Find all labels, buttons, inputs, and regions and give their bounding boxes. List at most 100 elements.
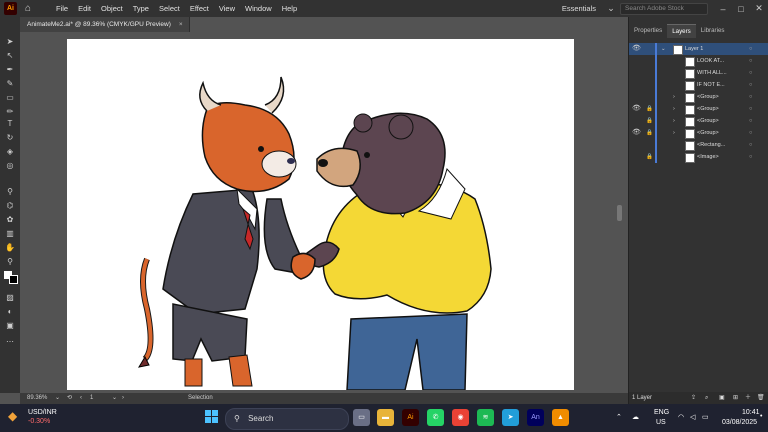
tab-properties[interactable]: Properties [629, 24, 667, 38]
menu-select[interactable]: Select [154, 4, 185, 13]
workspace-switcher[interactable]: Essentials [562, 4, 596, 13]
artboard[interactable] [67, 39, 574, 390]
rotate-tool-icon[interactable]: ↻ [4, 133, 16, 143]
eye-icon[interactable]: 👁 [632, 43, 641, 55]
zoom-chevron-icon[interactable]: ⌄ [55, 393, 60, 404]
layer-name[interactable]: <Rectang... [697, 139, 725, 151]
target-icon[interactable]: ○ [749, 55, 752, 67]
close-window-icon[interactable]: ✕ [750, 3, 768, 14]
stock-search-input[interactable]: Search Adobe Stock [620, 2, 708, 15]
eye-icon[interactable]: 👁 [632, 127, 641, 139]
animate-icon[interactable]: An [527, 409, 544, 426]
target-icon[interactable]: ○ [749, 43, 752, 55]
artboard-number[interactable]: 1 [90, 393, 93, 404]
language-indicator[interactable]: ENG [654, 409, 669, 416]
color-mode-icon[interactable]: ▨ [4, 293, 16, 303]
layer-row[interactable]: 👁 🔒 › <Group> ○ [629, 103, 768, 115]
layer-row[interactable]: 🔒 › <Group> ○ [629, 115, 768, 127]
layer-row[interactable]: 👁 🔒 › <Group> ○ [629, 127, 768, 139]
layer-name[interactable]: WITH ALL... [697, 67, 727, 79]
clock-date[interactable]: 03/08/2025 [722, 419, 757, 426]
task-view-icon[interactable]: ▭ [353, 409, 370, 426]
telegram-icon[interactable]: ➤ [502, 409, 519, 426]
tab-layers[interactable]: Layers [667, 24, 696, 38]
spotify-icon[interactable]: ≋ [477, 409, 494, 426]
target-icon[interactable]: ○ [749, 91, 752, 103]
draw-mode-icon[interactable]: ◐ [4, 307, 16, 317]
layer-row[interactable]: IF NOT E... ○ [629, 79, 768, 91]
eyedropper-tool-icon[interactable]: ⚲ [4, 187, 16, 197]
cloud-icon[interactable]: ☁ [632, 413, 639, 421]
tray-expand-icon[interactable]: ⌃ [616, 413, 622, 421]
hand-tool-icon[interactable]: ✋ [4, 243, 16, 253]
chevron-right-icon[interactable]: › [673, 103, 675, 115]
pencil-tool-icon[interactable]: ✏ [4, 107, 16, 117]
clipping-mask-icon[interactable]: ▣ [719, 392, 725, 404]
layer-name[interactable]: Layer 1 [685, 43, 703, 55]
layer-name[interactable]: LOOK AT... [697, 55, 724, 67]
pen-tool-icon[interactable]: ✒ [4, 65, 16, 75]
screen-mode-icon[interactable]: ▣ [4, 321, 16, 331]
target-icon[interactable]: ○ [749, 139, 752, 151]
artboard-chevron-icon[interactable]: ⌄ [112, 393, 117, 404]
menu-edit[interactable]: Edit [73, 4, 96, 13]
layer-row[interactable]: LOOK AT... ○ [629, 55, 768, 67]
new-layer-icon[interactable]: ＋ [745, 392, 751, 404]
layer-name[interactable]: <Group> [697, 127, 719, 139]
lock-icon[interactable]: 🔒 [646, 115, 654, 127]
battery-icon[interactable]: ▭ [702, 413, 709, 421]
more-tools-icon[interactable]: ⋯ [4, 337, 16, 347]
windows-start-icon[interactable] [205, 410, 219, 424]
zoom-tool-icon[interactable]: ⚲ [4, 257, 16, 267]
target-icon[interactable]: ○ [749, 151, 752, 163]
export-icon[interactable]: ⇪ [691, 392, 696, 404]
layer-name[interactable]: <Group> [697, 115, 719, 127]
ticker-label[interactable]: USD/INR [28, 409, 57, 416]
home-icon[interactable]: ⌂ [25, 3, 37, 15]
type-tool-icon[interactable]: T [4, 119, 16, 129]
artboard-next-icon[interactable]: › [122, 393, 124, 404]
layer-row[interactable]: 👁 ⌄ Layer 1 ○ [629, 43, 768, 55]
menu-effect[interactable]: Effect [185, 4, 214, 13]
rotate-view-icon[interactable]: ⟲ [67, 393, 72, 404]
vlc-icon[interactable]: ▲ [552, 409, 569, 426]
artboard-prev-icon[interactable]: ‹ [80, 393, 82, 404]
layer-row[interactable]: <Rectang... ○ [629, 139, 768, 151]
locate-icon[interactable]: ⌕ [705, 392, 708, 404]
menu-object[interactable]: Object [96, 4, 128, 13]
layer-name[interactable]: <Group> [697, 91, 719, 103]
vertical-scrollbar[interactable] [617, 205, 622, 221]
clock-time[interactable]: 10:41 [742, 409, 760, 416]
chrome-icon[interactable]: ◉ [452, 409, 469, 426]
maximize-icon[interactable]: □ [732, 4, 750, 14]
chevron-right-icon[interactable]: › [673, 127, 675, 139]
layer-name[interactable]: IF NOT E... [697, 79, 725, 91]
minimize-icon[interactable]: – [714, 4, 732, 14]
target-icon[interactable]: ○ [749, 115, 752, 127]
menu-type[interactable]: Type [128, 4, 154, 13]
menu-view[interactable]: View [214, 4, 240, 13]
zoom-level[interactable]: 89.36% [27, 393, 47, 404]
target-icon[interactable]: ○ [749, 79, 752, 91]
illustrator-taskbar-icon[interactable]: Ai [402, 409, 419, 426]
workspace-chevron-icon[interactable]: ⌄ [602, 3, 620, 14]
market-widget-icon[interactable]: ◆ [8, 409, 28, 427]
graph-tool-icon[interactable]: ▥ [4, 229, 16, 239]
whatsapp-icon[interactable]: ✆ [427, 409, 444, 426]
direct-selection-tool-icon[interactable]: ↖ [4, 51, 16, 61]
rectangle-tool-icon[interactable]: ▭ [4, 93, 16, 103]
layer-name[interactable]: <Group> [697, 103, 719, 115]
target-icon[interactable]: ○ [749, 67, 752, 79]
eraser-tool-icon[interactable]: ◈ [4, 147, 16, 157]
stroke-swatch-icon[interactable] [9, 275, 18, 284]
lock-icon[interactable]: 🔒 [646, 103, 654, 115]
layer-row[interactable]: WITH ALL... ○ [629, 67, 768, 79]
new-sublayer-icon[interactable]: ⊞ [733, 392, 738, 404]
volume-icon[interactable]: ◁ [690, 413, 695, 421]
target-icon[interactable]: ○ [749, 103, 752, 115]
lock-icon[interactable]: 🔒 [646, 151, 654, 163]
menu-help[interactable]: Help [277, 4, 302, 13]
close-tab-icon[interactable]: × [179, 21, 183, 28]
layer-name[interactable]: <Image> [697, 151, 719, 163]
file-explorer-icon[interactable]: ▬ [377, 409, 394, 426]
